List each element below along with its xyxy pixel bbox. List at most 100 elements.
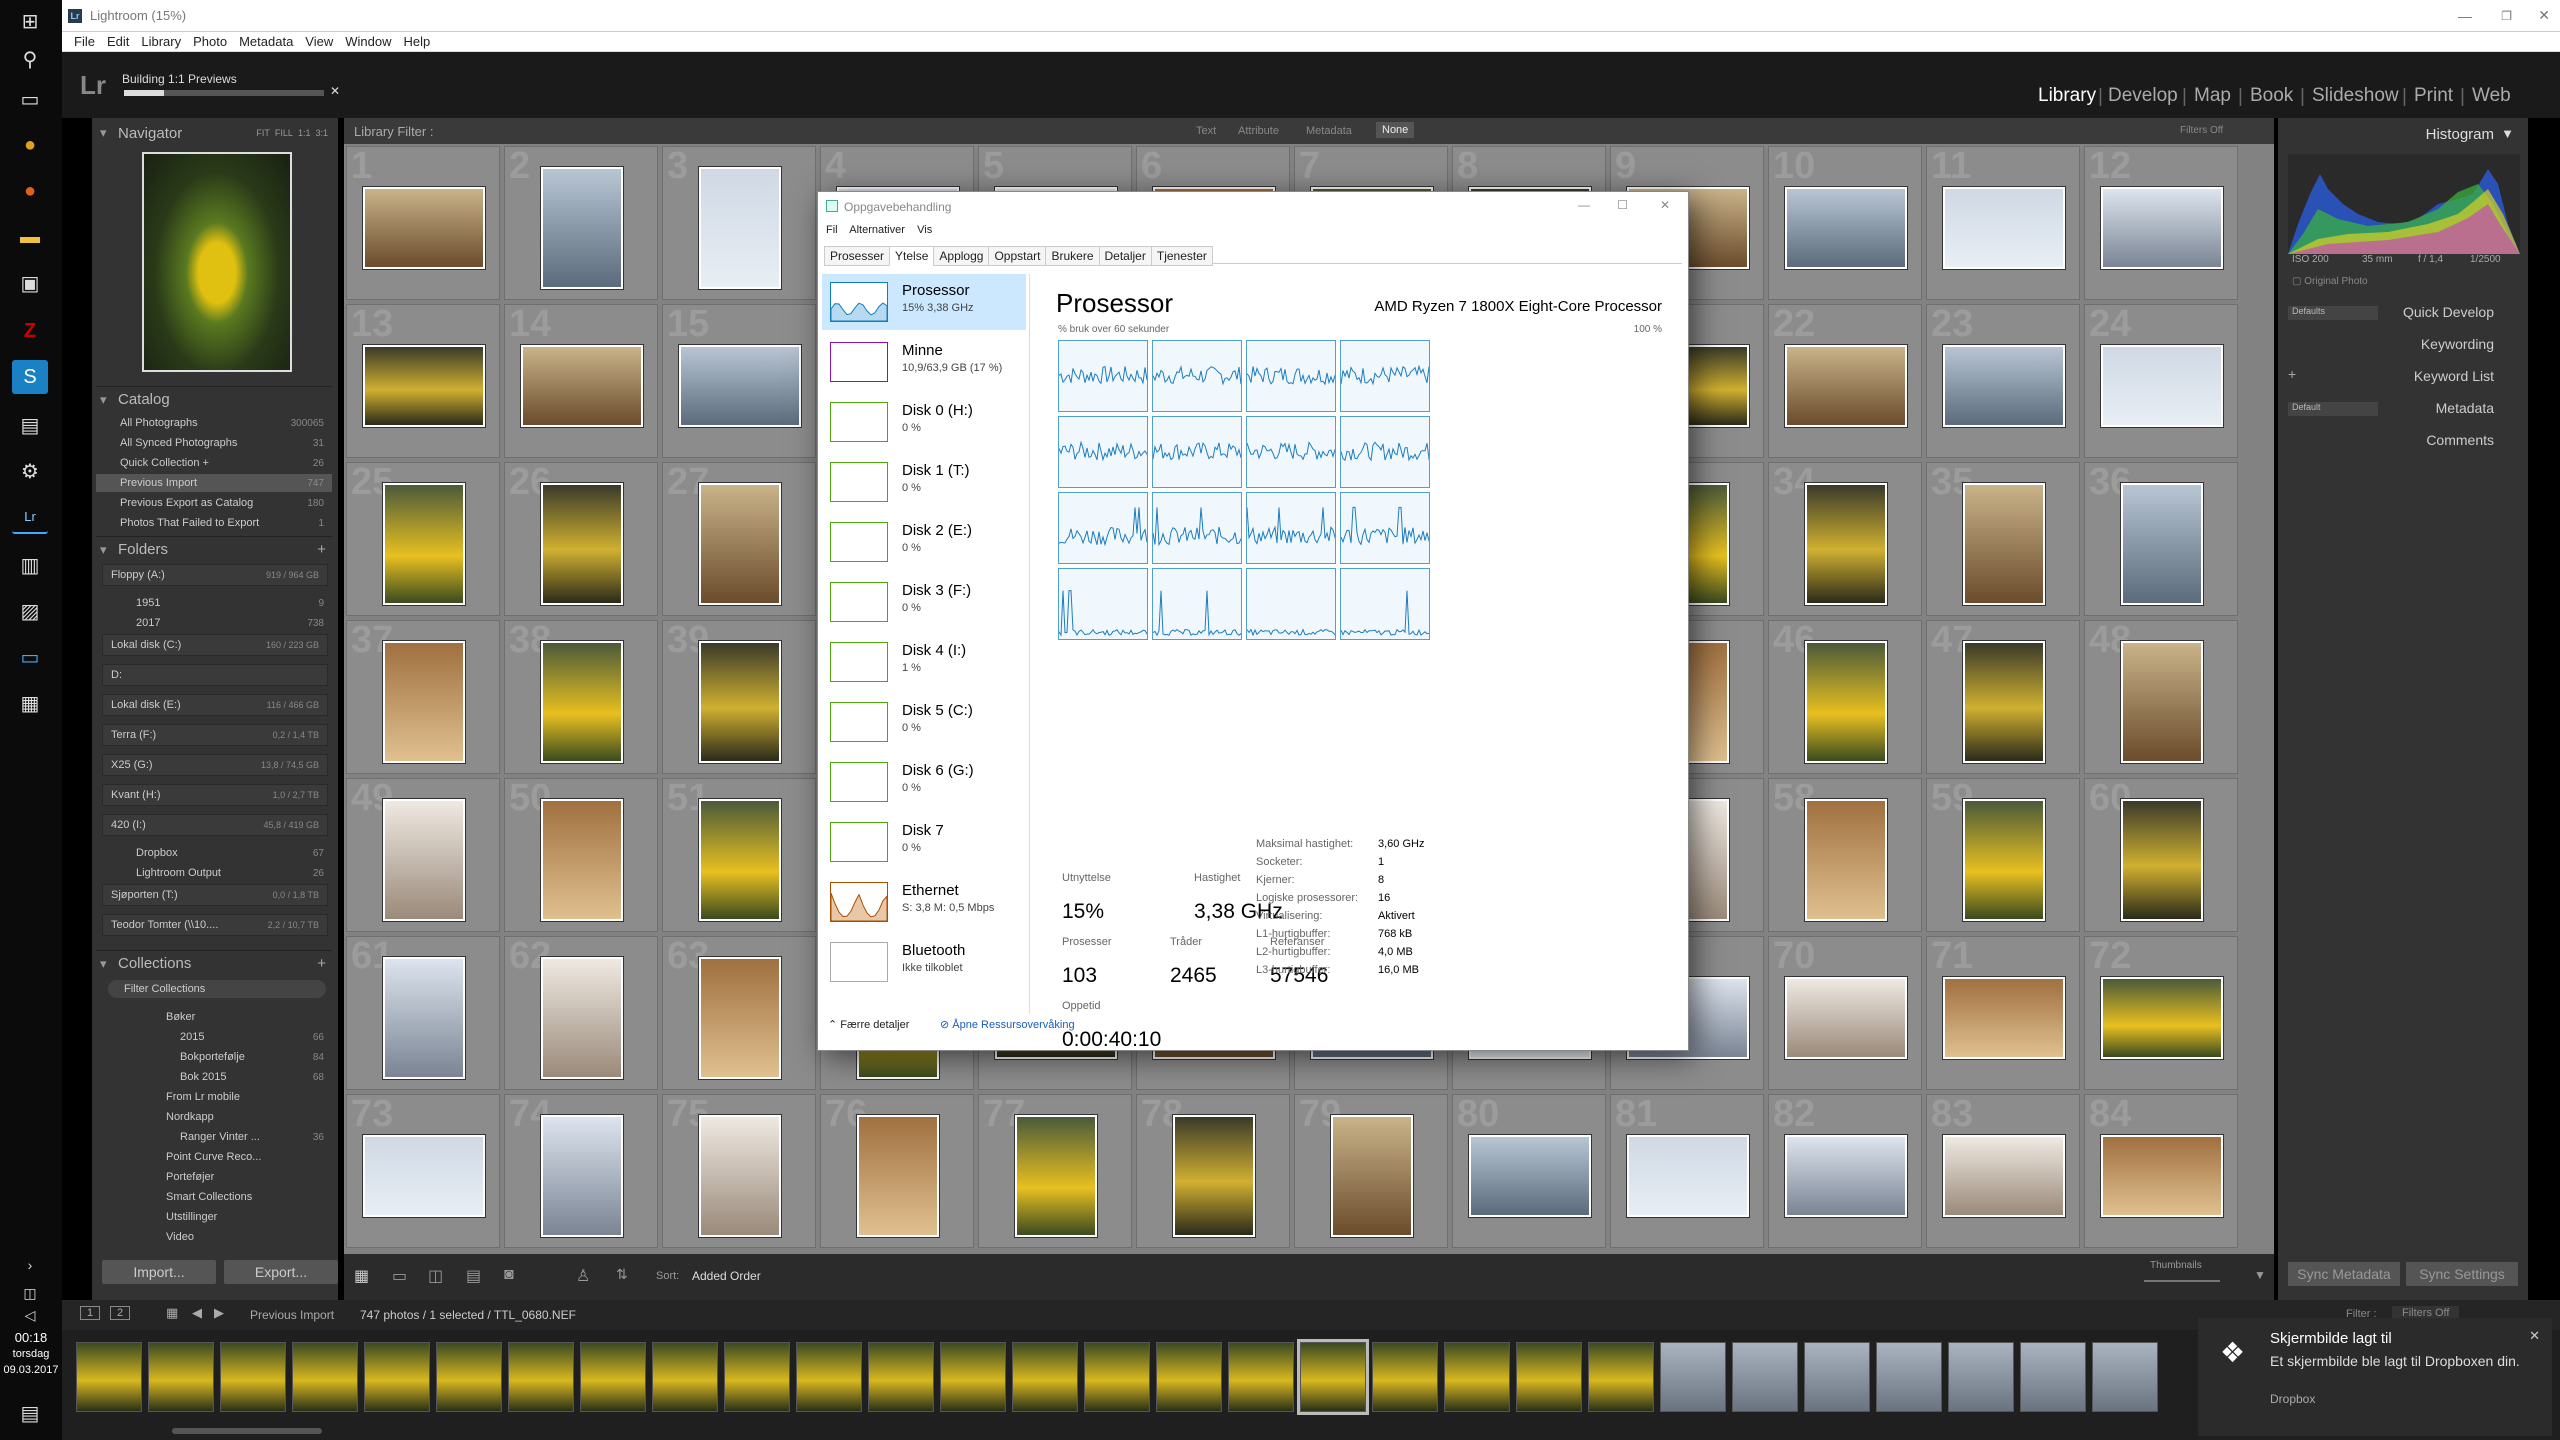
photos-icon[interactable]: ▨ [12,594,48,628]
collection-item[interactable]: Nordkapp [96,1108,332,1126]
grid-cell[interactable]: 60 [2084,777,2238,932]
collection-item[interactable]: Porteføjer [96,1168,332,1186]
grid-cell[interactable]: 14 [504,303,658,458]
tm-minimize-button[interactable]: — [1578,198,1590,212]
toast-close-icon[interactable]: ✕ [2529,1328,2540,1344]
grid-cell[interactable]: 47 [1926,619,2080,774]
filmstrip-thumb[interactable] [436,1342,502,1412]
resource-item[interactable]: Disk 3 (F:) 0 % [822,574,1026,630]
photo-thumbnail[interactable] [1785,345,1907,427]
grid-cell[interactable]: 75 [662,1093,816,1248]
photo-thumbnail[interactable] [699,167,781,289]
grid-cell[interactable]: 76 [820,1093,974,1248]
grid-cell[interactable]: 27 [662,461,816,616]
photo-thumbnail[interactable] [383,483,465,605]
lightroom-icon[interactable]: Lr [12,500,48,534]
grid-cell[interactable]: 50 [504,777,658,932]
grid-cell[interactable]: 63 [662,935,816,1090]
photo-thumbnail[interactable] [2121,799,2203,921]
grid-cell[interactable]: 80 [1452,1093,1606,1248]
grid-cell[interactable]: 83 [1926,1093,2080,1248]
catalog-item[interactable]: All Photographs 300065 [96,414,332,432]
filmstrip-thumb[interactable] [580,1342,646,1412]
resource-item[interactable]: Minne 10,9/63,9 GB (17 %) [822,334,1026,390]
filter-metadata[interactable]: Metadata [1306,125,1352,137]
resource-item[interactable]: Prosessor 15% 3,38 GHz [822,274,1026,330]
add-keyword-icon[interactable]: + [2288,366,2296,382]
sync-metadata-button[interactable]: Sync Metadata [2288,1262,2400,1286]
volume-item[interactable]: Terra (F:) 0,2 / 1,4 TB [102,724,328,746]
tab-prosesser[interactable]: Prosesser [824,246,891,266]
photo-thumbnail[interactable] [2101,977,2223,1059]
grid-cell[interactable]: 23 [1926,303,2080,458]
zoom-fit[interactable]: FIT [256,128,270,138]
photo-thumbnail[interactable] [1963,799,2045,921]
tab-tjenester[interactable]: Tjenester [1150,246,1213,266]
grid-cell[interactable]: 13 [346,303,500,458]
photo-thumbnail[interactable] [2101,345,2223,427]
dropbox-toast[interactable]: ❖ Skjermbilde lagt til Et skjermbilde bl… [2198,1318,2552,1436]
filmstrip-thumb[interactable] [2020,1342,2086,1412]
action-center-icon[interactable]: ▤ [12,1396,48,1430]
filter-attribute[interactable]: Attribute [1238,125,1279,137]
collection-item[interactable]: Bokportefølje 84 [96,1048,332,1066]
grid-cell[interactable]: 37 [346,619,500,774]
filmstrip-thumb[interactable] [796,1342,862,1412]
photo-thumbnail[interactable] [1627,1135,1749,1217]
filmstrip-thumb[interactable] [1444,1342,1510,1412]
chrome-icon[interactable]: ● [12,128,48,162]
firefox-icon[interactable]: ● [12,174,48,208]
catalog-header[interactable]: Catalog [96,386,332,412]
grid-cell[interactable]: 73 [346,1093,500,1248]
compare-view-icon[interactable]: ◫ [428,1266,458,1286]
photo-thumbnail[interactable] [1943,977,2065,1059]
photo-thumbnail[interactable] [2101,187,2223,269]
photo-thumbnail[interactable] [363,345,485,427]
menu-edit[interactable]: Edit [107,34,129,49]
filmstrip-thumb[interactable] [364,1342,430,1412]
histogram-title[interactable]: Histogram [2426,126,2494,143]
close-button[interactable]: ✕ [2538,7,2550,24]
filter-text[interactable]: Text [1196,125,1216,137]
painter-icon[interactable]: ♙ [576,1266,590,1286]
grid-cell[interactable]: 15 [662,303,816,458]
filmstrip-thumb[interactable] [1156,1342,1222,1412]
collection-item[interactable]: Smart Collections [96,1188,332,1206]
filters-off-dropdown[interactable]: Filters Off [2180,125,2223,136]
module-web[interactable]: Web [2472,85,2511,107]
photo-thumbnail[interactable] [857,1115,939,1237]
menu-metadata[interactable]: Metadata [239,34,293,49]
filezilla-icon[interactable]: Z [12,314,48,348]
volume-item[interactable]: X25 (G:) 13,8 / 74,5 GB [102,754,328,776]
volume-icon[interactable]: ◁ [12,1298,48,1332]
photo-thumbnail[interactable] [679,345,801,427]
filmstrip-thumb[interactable] [1660,1342,1726,1412]
filmstrip-thumb[interactable] [292,1342,358,1412]
resource-item[interactable]: Ethernet S: 3,8 M: 0,5 Mbps [822,874,1026,930]
settings-icon[interactable]: ⚙ [12,454,48,488]
metadata-header[interactable]: Metadata [2436,400,2494,416]
resource-item[interactable]: Disk 0 (H:) 0 % [822,394,1026,450]
maximize-button[interactable]: ❐ [2501,9,2512,23]
filter-none[interactable]: None [1376,122,1415,138]
network-app-icon[interactable]: ▥ [12,548,48,582]
monitor-icon[interactable]: ▭ [12,640,48,674]
photo-thumbnail[interactable] [541,483,623,605]
grid-cell[interactable]: 35 [1926,461,2080,616]
volume-item[interactable]: Floppy (A:) 919 / 964 GB [102,564,328,586]
photo-thumbnail[interactable] [383,957,465,1079]
grid-cell[interactable]: 58 [1768,777,1922,932]
clock[interactable]: 00:18 torsdag 09.03.2017 [0,1330,62,1378]
grid-cell[interactable]: 22 [1768,303,1922,458]
photo-thumbnail[interactable] [1331,1115,1413,1237]
photo-thumbnail[interactable] [541,167,623,289]
resource-item[interactable]: Disk 7 0 % [822,814,1026,870]
photo-thumbnail[interactable] [699,1115,781,1237]
collection-item[interactable]: Video [96,1228,332,1246]
collection-item[interactable]: Point Curve Reco... [96,1148,332,1166]
photo-thumbnail[interactable] [2121,483,2203,605]
zoom-1-1[interactable]: 1:1 [298,128,311,138]
grid-cell[interactable]: 1 [346,145,500,300]
grid-cell[interactable]: 49 [346,777,500,932]
filmstrip-thumb[interactable] [76,1342,142,1412]
